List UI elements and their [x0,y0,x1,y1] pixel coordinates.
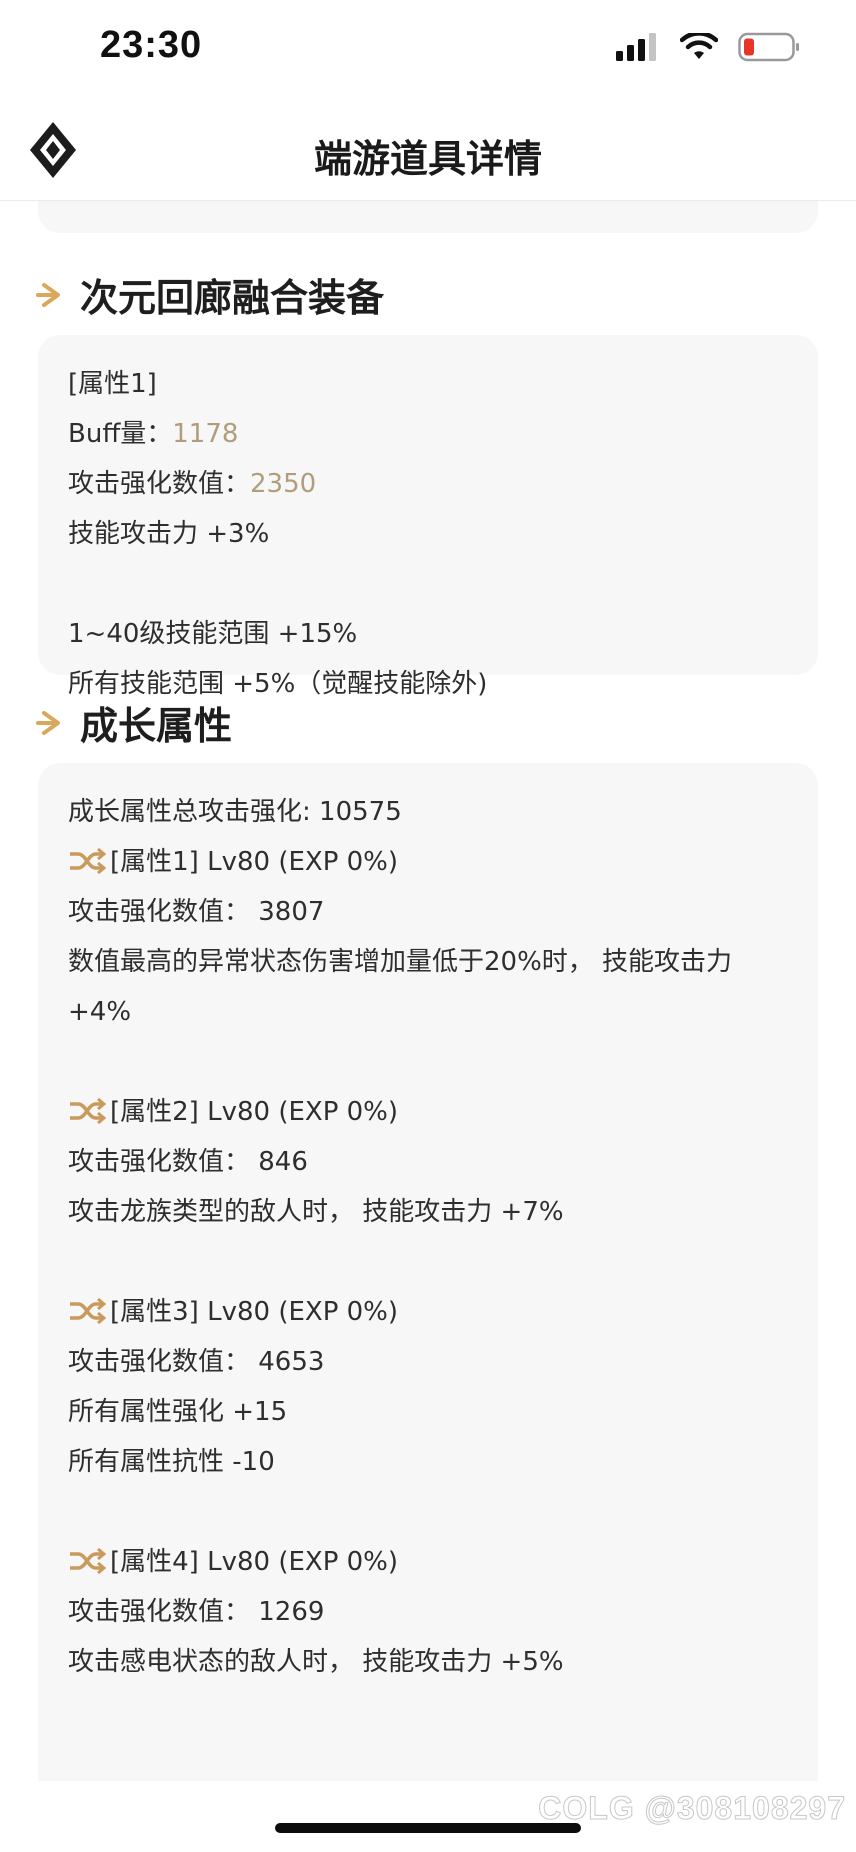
attr-header: [属性3] Lv80 (EXP 0%) [68,1287,788,1337]
attr-header-text: [属性1] Lv80 (EXP 0%) [110,847,399,877]
attr-header: [属性4] Lv80 (EXP 0%) [68,1537,788,1587]
buff-line: Buff量：1178 [68,409,788,459]
app-header: 端游道具详情 [0,100,856,201]
attr-header: [属性2] Lv80 (EXP 0%) [68,1087,788,1137]
attr-line: 攻击强化数值： 4653 [68,1347,325,1377]
battery-icon [738,32,799,62]
shuffle-icon [70,1548,106,1574]
buff-label: Buff量： [68,419,173,449]
watermark: COLG @308108297 [538,1790,846,1827]
growth-total-line: 成长属性总攻击强化: 10575 [68,797,402,827]
section-title: 次元回廊融合装备 [80,276,385,320]
attack-label: 攻击强化数值： [68,469,251,499]
attr-line: 所有属性强化 +15 [68,1397,288,1427]
fusion-equipment-card: [属性1] Buff量：1178 攻击强化数值：2350 技能攻击力 +3% 1… [38,335,818,699]
previous-card [38,201,818,233]
attr-line: 攻击龙族类型的敌人时， 技能攻击力 +7% [68,1197,564,1227]
status-time: 23:30 [100,24,203,66]
arrow-right-icon [36,282,60,307]
attack-value: 2350 [250,469,317,499]
attr-header-text: [属性2] Lv80 (EXP 0%) [110,1097,399,1127]
attack-line: 攻击强化数值：2350 [68,459,788,509]
skill-attack-line: 技能攻击力 +3% [68,519,270,549]
content-area[interactable]: 次元回廊融合装备 [属性1] Buff量：1178 攻击强化数值：2350 技能… [0,201,856,1781]
attr-line: 攻击感电状态的敌人时， 技能攻击力 +5% [68,1647,564,1677]
attr-line: 攻击强化数值： 1269 [68,1597,325,1627]
section-heading-fusion: 次元回廊融合装备 [36,267,384,322]
skill-range-line: 1~40级技能范围 +15% [68,619,358,649]
attr-line: 攻击强化数值： 3807 [68,897,325,927]
attr-header-text: [属性3] Lv80 (EXP 0%) [110,1297,399,1327]
section-title: 成长属性 [80,704,233,748]
status-icons [616,32,800,62]
status-bar: 23:30 [0,0,856,100]
attr-line: 所有属性抗性 -10 [68,1447,275,1477]
shuffle-icon [70,1098,106,1124]
growth-attributes-card: 成长属性总攻击强化: 10575 [属性1] Lv80 (EXP 0%) 攻击强… [38,763,818,1781]
buff-value: 1178 [172,419,239,449]
page-title: 端游道具详情 [313,137,542,181]
wifi-icon [680,33,718,59]
arrow-right-icon [36,710,60,735]
shuffle-icon [70,848,106,874]
home-indicator[interactable] [275,1823,581,1833]
signal-icon [616,33,656,61]
attr-line: 攻击强化数值： 846 [68,1147,308,1177]
section-heading-growth: 成长属性 [36,695,232,750]
attr-line: [属性1] [68,369,157,399]
shuffle-icon [70,1298,106,1324]
attr-line: 数值最高的异常状态伤害增加量低于20%时， 技能攻击力 +4% [68,947,733,1027]
attr-header-text: [属性4] Lv80 (EXP 0%) [110,1547,399,1577]
attr-header: [属性1] Lv80 (EXP 0%) [68,837,788,887]
